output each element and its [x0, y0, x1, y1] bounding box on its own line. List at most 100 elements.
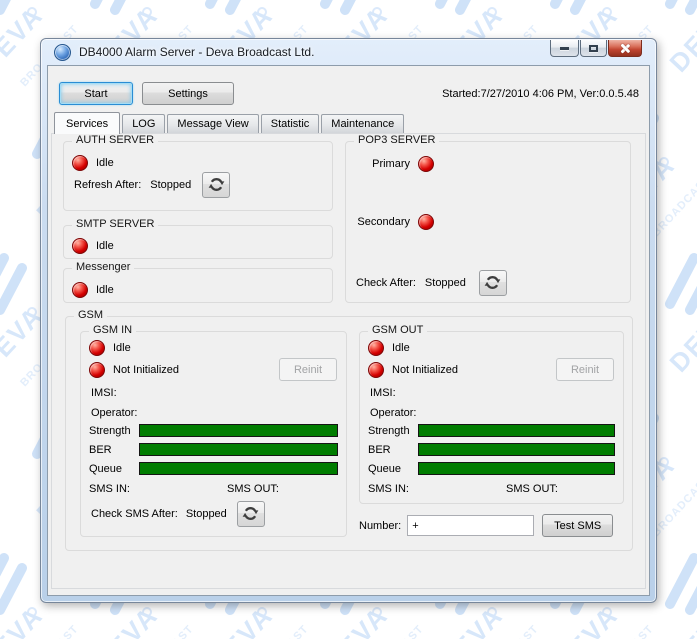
watermark-brand-text: DEVA [205, 601, 277, 639]
deva-logo-watermark [545, 0, 615, 18]
gsm-out-group: GSM OUT Idle Not Initialized Reinit IMSI… [359, 331, 624, 504]
client-area: Start Settings Started:7/27/2010 4:06 PM… [47, 65, 650, 596]
watermark-brand-text: DEVA [550, 601, 622, 639]
messenger-title: Messenger [72, 261, 134, 273]
gsm-in-queue-bar [139, 462, 338, 475]
refresh-icon [208, 176, 225, 193]
minimize-button[interactable] [550, 40, 579, 57]
pop3-server-group: POP3 SERVER Primary Secondary Check Afte… [345, 141, 631, 303]
watermark-brand-text: DEVA [665, 601, 697, 639]
watermark-brand2-text: BROADCAST [593, 623, 656, 639]
deva-watermark-tile: DEVABROADCAST [660, 242, 697, 392]
refresh-after-label: Refresh After: [74, 179, 141, 191]
gsm-out-imsi-label: IMSI: [370, 387, 396, 399]
caption-buttons [550, 40, 642, 57]
pop3-primary-label: Primary [354, 158, 410, 170]
maximize-button[interactable] [580, 40, 607, 57]
gsm-out-ber-bar [418, 443, 615, 456]
tab-log[interactable]: LOG [122, 114, 165, 133]
close-icon [620, 43, 631, 54]
smtp-status-led-icon [72, 238, 88, 254]
gsm-in-group: GSM IN Idle Not Initialized Reinit IMSI:… [80, 331, 347, 537]
gsm-title: GSM [74, 309, 107, 321]
auth-server-group: AUTH SERVER Idle Refresh After: Stopped [63, 141, 333, 211]
gsm-in-sms-out-label: SMS OUT: [227, 483, 279, 495]
deva-logo-watermark [0, 242, 40, 318]
gsm-out-ber-label: BER [368, 444, 418, 456]
pop3-refresh-button[interactable] [479, 270, 507, 296]
gsm-in-status-led-icon [89, 340, 105, 356]
watermark-brand-text: DEVA [90, 601, 162, 639]
start-button[interactable]: Start [59, 82, 133, 105]
gsm-in-title: GSM IN [89, 324, 136, 336]
tab-statistic[interactable]: Statistic [261, 114, 320, 133]
deva-logo-watermark [0, 0, 40, 18]
refresh-icon [484, 274, 501, 291]
smtp-server-title: SMTP SERVER [72, 218, 158, 230]
check-sms-after-label: Check SMS After: [91, 508, 178, 520]
tab-services[interactable]: Services [54, 112, 120, 134]
gsm-in-refresh-button[interactable] [237, 501, 265, 527]
maximize-icon [589, 45, 598, 52]
gsm-out-title: GSM OUT [368, 324, 427, 336]
close-button[interactable] [608, 40, 642, 57]
settings-button[interactable]: Settings [142, 82, 234, 105]
deva-logo-watermark [85, 0, 155, 18]
gsm-out-status-label: Idle [392, 342, 410, 354]
messenger-status-label: Idle [96, 284, 114, 296]
gsm-in-init-led-icon [89, 362, 105, 378]
number-label: Number: [359, 520, 401, 532]
pop3-server-title: POP3 SERVER [354, 134, 439, 146]
watermark-brand-text: DEVA [320, 601, 392, 639]
gsm-group: GSM GSM IN Idle Not Initialized Reinit [65, 316, 633, 551]
gsm-in-status-label: Idle [113, 342, 131, 354]
gsm-in-sms-in-label: SMS IN: [89, 483, 227, 495]
deva-watermark-tile: DEVABROADCAST [660, 542, 697, 639]
messenger-group: Messenger Idle [63, 268, 333, 303]
check-after-value: Stopped [425, 277, 466, 289]
pop3-primary-led-icon [418, 156, 434, 172]
refresh-icon [242, 505, 259, 522]
minimize-icon [560, 47, 569, 50]
deva-logo-watermark [660, 542, 697, 618]
desktop: DEVABROADCAST DEVABROADCAST DEVABROADCAS… [0, 0, 697, 639]
pop3-secondary-label: Secondary [354, 216, 410, 228]
gsm-out-sms-out-label: SMS OUT: [506, 483, 558, 495]
auth-status-label: Idle [96, 157, 114, 169]
watermark-brand2-text: BROADCAST [133, 623, 196, 639]
gsm-out-strength-label: Strength [368, 425, 418, 437]
tab-strip: Services LOG Message View Statistic Main… [54, 111, 406, 133]
titlebar[interactable]: DB4000 Alarm Server - Deva Broadcast Ltd… [41, 39, 656, 65]
check-after-label: Check After: [356, 277, 416, 289]
auth-refresh-button[interactable] [202, 172, 230, 198]
deva-logo-watermark [200, 0, 270, 18]
gsm-in-imsi-label: IMSI: [91, 387, 117, 399]
test-sms-row: Number: Test SMS [359, 514, 613, 537]
deva-watermark-tile: DEVABROADCAST [660, 0, 697, 92]
gsm-in-strength-label: Strength [89, 425, 139, 437]
watermark-brand2-text: BROADCAST [478, 623, 541, 639]
watermark-brand-text: DEVA [0, 601, 47, 639]
gsm-out-strength-bar [418, 424, 615, 437]
gsm-in-queue-label: Queue [89, 463, 139, 475]
refresh-after-value: Stopped [150, 179, 191, 191]
gsm-out-queue-label: Queue [368, 463, 418, 475]
check-sms-after-value: Stopped [186, 508, 227, 520]
watermark-brand2-text: BROADCAST [18, 623, 81, 639]
test-sms-button[interactable]: Test SMS [542, 514, 613, 537]
number-input[interactable] [407, 515, 534, 536]
tab-message-view[interactable]: Message View [167, 114, 258, 133]
watermark-brand2-text: BROADCAST [650, 173, 697, 239]
gsm-out-init-led-icon [368, 362, 384, 378]
gsm-out-operator-label: Operator: [370, 407, 416, 419]
tab-maintenance[interactable]: Maintenance [321, 114, 404, 133]
gsm-out-reinit-button[interactable]: Reinit [556, 358, 614, 381]
auth-server-title: AUTH SERVER [72, 134, 158, 146]
gsm-in-reinit-button[interactable]: Reinit [279, 358, 337, 381]
tab-page-services: AUTH SERVER Idle Refresh After: Stopped [51, 133, 646, 589]
gsm-out-init-label: Not Initialized [392, 364, 458, 376]
smtp-server-group: SMTP SERVER Idle [63, 225, 333, 259]
deva-logo-watermark [0, 542, 40, 618]
gsm-out-status-led-icon [368, 340, 384, 356]
smtp-status-label: Idle [96, 240, 114, 252]
